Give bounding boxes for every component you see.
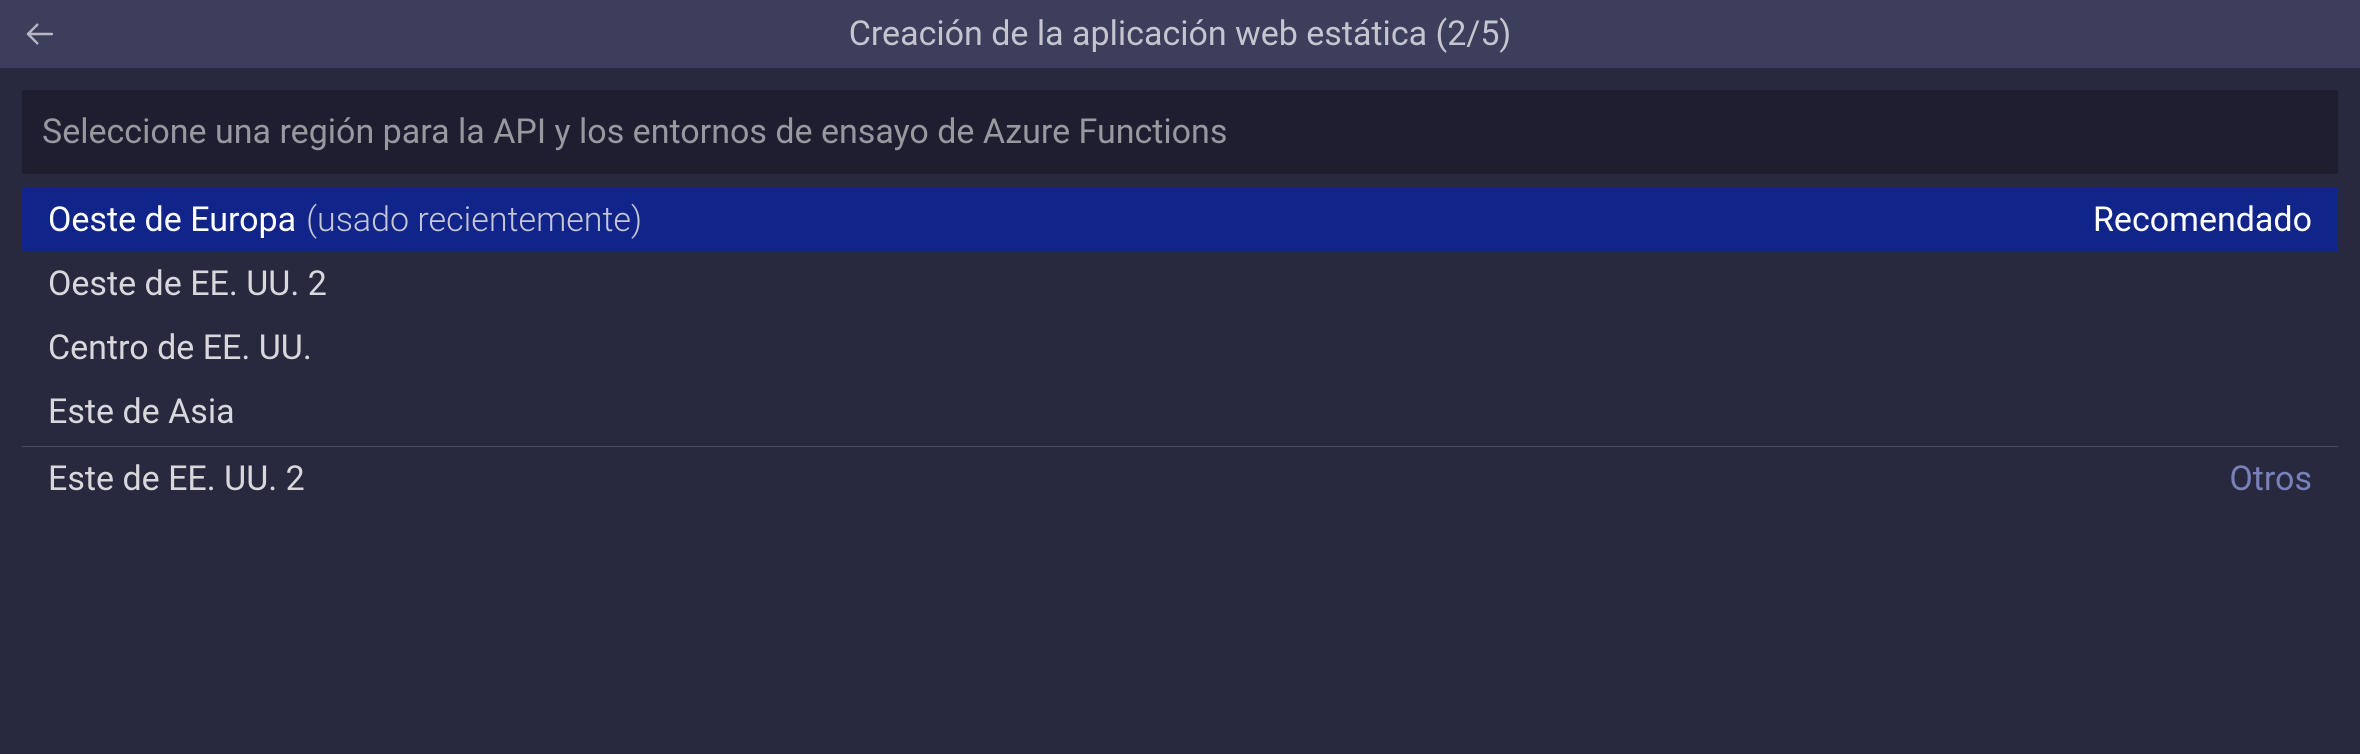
back-button[interactable] [20, 14, 60, 54]
page-title: Creación de la aplicación web estática (… [20, 14, 2340, 54]
list-item-left: Oeste de Europa (usado recientemente) [48, 200, 642, 240]
region-hint: (usado recientemente) [306, 200, 642, 240]
region-list: Oeste de Europa (usado recientemente) Re… [22, 188, 2338, 511]
region-search-input[interactable] [22, 90, 2338, 174]
region-list-item[interactable]: Oeste de Europa (usado recientemente) Re… [22, 188, 2338, 252]
list-item-left: Centro de EE. UU. [48, 328, 312, 368]
region-list-item[interactable]: Este de EE. UU. 2 Otros [22, 447, 2338, 511]
region-label: Centro de EE. UU. [48, 328, 312, 368]
region-label: Este de EE. UU. 2 [48, 459, 305, 499]
region-badge: Recomendado [2093, 200, 2312, 240]
region-list-item[interactable]: Oeste de EE. UU. 2 [22, 252, 2338, 316]
list-item-left: Este de EE. UU. 2 [48, 459, 305, 499]
content-area: Oeste de Europa (usado recientemente) Re… [0, 68, 2360, 511]
region-label: Oeste de EE. UU. 2 [48, 264, 327, 304]
region-label: Este de Asia [48, 392, 235, 432]
region-label: Oeste de Europa [48, 200, 296, 240]
list-item-left: Este de Asia [48, 392, 235, 432]
header-bar: Creación de la aplicación web estática (… [0, 0, 2360, 68]
list-item-left: Oeste de EE. UU. 2 [48, 264, 327, 304]
arrow-left-icon [24, 18, 56, 50]
category-label: Otros [2229, 459, 2312, 499]
region-list-item[interactable]: Centro de EE. UU. [22, 316, 2338, 380]
region-list-item[interactable]: Este de Asia [22, 380, 2338, 444]
